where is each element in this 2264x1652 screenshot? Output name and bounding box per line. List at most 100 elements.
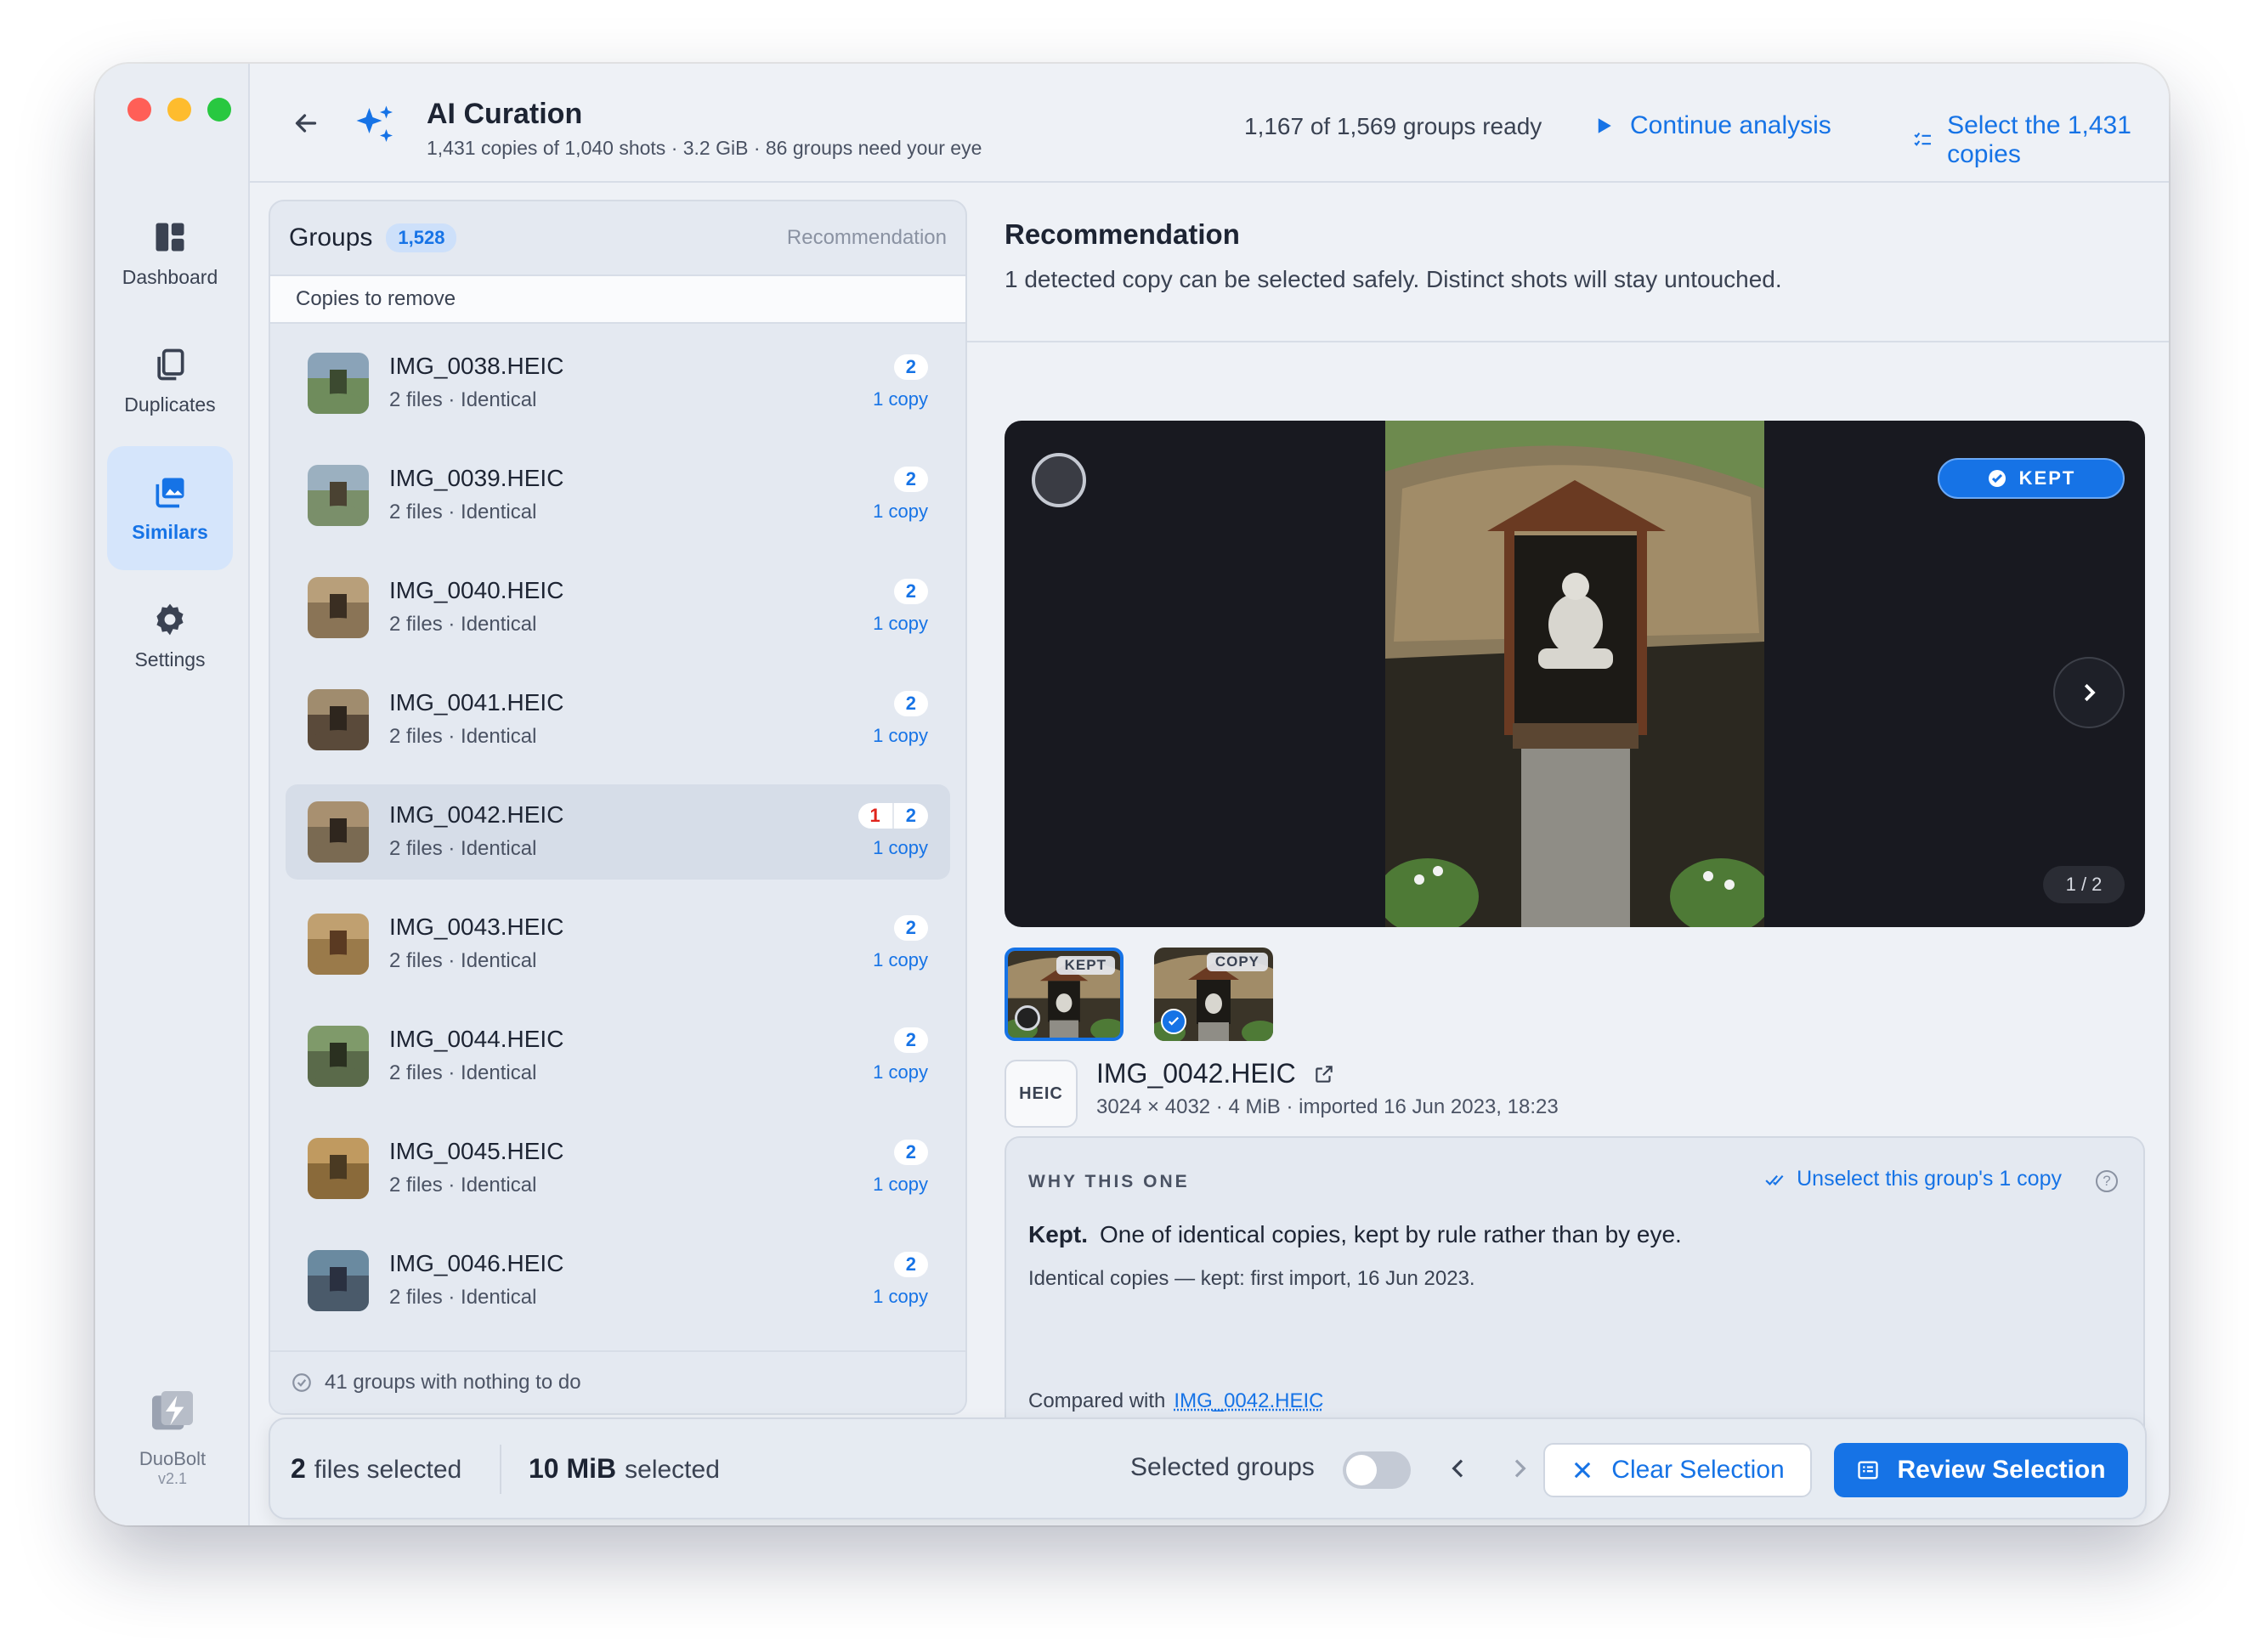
chevron-left-icon[interactable] (1445, 1455, 1472, 1482)
clear-selection-button[interactable]: Clear Selection (1543, 1443, 1812, 1497)
header: AI Curation 1,431 copies of 1,040 shots … (250, 64, 2169, 183)
back-arrow-icon[interactable] (291, 108, 321, 139)
select-copies-button[interactable]: Select the 1,431 copies (1912, 111, 2169, 169)
kept-radio-button[interactable] (1032, 453, 1086, 507)
sidebar-item-similars[interactable]: Similars (107, 446, 233, 570)
chevron-right-icon[interactable] (1506, 1455, 1533, 1482)
close-window-button[interactable] (127, 98, 151, 122)
check-circle-icon (292, 1373, 311, 1392)
group-count-badge: 2 (893, 1140, 928, 1165)
file-count: 2 (905, 580, 916, 602)
sidebar-item-settings[interactable]: Settings (107, 574, 233, 698)
groups-title: Groups (289, 223, 373, 252)
verdict-detail: Identical copies — kept: first import, 1… (1028, 1267, 1475, 1290)
zoom-window-button[interactable] (207, 98, 231, 122)
continue-analysis-button[interactable]: Continue analysis (1591, 111, 1831, 140)
group-meta: 2 files · Identical (389, 1174, 537, 1197)
file-meta: 3024 × 4032 · 4 MiB · imported 16 Jun 20… (1096, 1095, 1559, 1118)
group-thumbnail (308, 465, 369, 526)
compared-file-link[interactable]: IMG_0042.HEIC (1174, 1389, 1323, 1412)
chevron-right-icon (2084, 683, 2096, 702)
sort-dropdown[interactable]: Recommendation (787, 226, 947, 250)
file-count: 2 (905, 468, 916, 489)
sidebar-item-duplicates[interactable]: Duplicates (107, 319, 233, 443)
group-copy-count: 1 copy (873, 725, 928, 746)
divider (500, 1445, 501, 1494)
group-file-name: IMG_0042.HEIC (389, 801, 564, 828)
group-copy-count: 1 copy (873, 1061, 928, 1083)
group-row[interactable]: IMG_0044.HEIC 2 files · Identical 2 1 copy (286, 1009, 950, 1104)
review-list-icon (1858, 1461, 1879, 1479)
selected-count: 1 (858, 803, 894, 829)
verdict: Kept. (1028, 1221, 1088, 1247)
group-row[interactable]: IMG_0042.HEIC 2 files · Identical 1 2 1 copy (286, 784, 950, 880)
dashboard-icon (156, 223, 184, 251)
group-count-badge: 2 (893, 354, 928, 380)
size-selected-label: selected (625, 1456, 720, 1484)
sidebar-item-label: Duplicates (124, 393, 216, 416)
duplicates-icon (157, 348, 184, 380)
file-count: 2 (905, 1029, 916, 1050)
file-count: 2 (905, 805, 916, 826)
files-count: 2 (291, 1453, 306, 1484)
group-file-name: IMG_0044.HEIC (389, 1026, 564, 1052)
help-icon[interactable]: ? (2096, 1170, 2118, 1192)
group-count-badge: 2 (893, 579, 928, 604)
review-selection-button[interactable]: Review Selection (1834, 1443, 2128, 1497)
group-copy-count: 1 copy (873, 501, 928, 522)
sidebar-item-dashboard[interactable]: Dashboard (107, 191, 233, 315)
group-row[interactable]: IMG_0046.HEIC 2 files · Identical 2 1 copy (286, 1233, 950, 1328)
nothing-to-do-footer[interactable]: 41 groups with nothing to do (270, 1350, 965, 1413)
group-count-badge: 2 (893, 1027, 928, 1053)
unselect-group-copy-button[interactable]: Unselect this group's 1 copy (1764, 1167, 2062, 1191)
group-list[interactable]: IMG_0038.HEIC 2 files · Identical 2 1 copy I… (270, 325, 965, 1354)
group-row[interactable]: IMG_0041.HEIC 2 files · Identical 2 1 copy (286, 672, 950, 767)
file-count: 2 (905, 356, 916, 377)
checkmark-icon (1168, 1016, 1180, 1026)
group-thumbnail (308, 1026, 369, 1087)
group-meta: 2 files · Identical (389, 949, 537, 972)
group-meta: 2 files · Identical (389, 1061, 537, 1084)
similars-icon (156, 478, 184, 507)
selected-groups-label: Selected groups (1130, 1453, 1315, 1481)
group-row[interactable]: IMG_0043.HEIC 2 files · Identical 2 1 copy (286, 897, 950, 992)
thumbnail-copy[interactable]: COPY (1154, 948, 1273, 1041)
group-thumbnail (308, 801, 369, 863)
group-copy-count: 1 copy (873, 949, 928, 970)
thumbnail-kept[interactable]: KEPT (1005, 948, 1124, 1041)
group-count-badge: 2 (893, 467, 928, 492)
sidebar-item-label: Similars (132, 520, 208, 543)
compared-with: Compared with IMG_0042.HEIC (1028, 1389, 1323, 1413)
groups-ready-status: 1,167 of 1,569 groups ready (1244, 113, 1542, 139)
group-thumbnail (308, 689, 369, 750)
window-controls (127, 98, 231, 122)
group-count-badge: 2 (893, 691, 928, 716)
groups-count-badge: 1,528 (386, 223, 457, 252)
group-row[interactable]: IMG_0040.HEIC 2 files · Identical 2 1 copy (286, 560, 950, 655)
group-row[interactable]: IMG_0038.HEIC 2 files · Identical 2 1 copy (286, 336, 950, 431)
file-name-label: IMG_0042.HEIC (1096, 1058, 1296, 1089)
files-selected-label: files selected (314, 1456, 462, 1484)
group-thumbnail (308, 1250, 369, 1311)
kept-label: KEPT (2018, 467, 2076, 489)
thumbnail-radio[interactable] (1015, 1005, 1040, 1031)
next-image-button[interactable] (2053, 657, 2125, 728)
brand-name: DuoBolt (139, 1448, 207, 1469)
group-meta: 2 files · Identical (389, 837, 537, 860)
group-row[interactable]: IMG_0039.HEIC 2 files · Identical 2 1 copy (286, 448, 950, 543)
group-row[interactable]: IMG_0045.HEIC 2 files · Identical 2 1 copy (286, 1121, 950, 1216)
group-file-name: IMG_0041.HEIC (389, 689, 564, 716)
open-external-icon[interactable] (1313, 1063, 1335, 1085)
selected-groups-toggle[interactable] (1343, 1451, 1411, 1489)
thumbnail-checkbox-checked[interactable] (1161, 1009, 1186, 1034)
play-icon (1598, 118, 1611, 133)
section-heading: Copies to remove (270, 276, 965, 324)
minimize-window-button[interactable] (167, 98, 191, 122)
sidebar-item-label: Dashboard (122, 265, 218, 288)
group-count-badge: 2 (893, 1252, 928, 1277)
clear-selection-label: Clear Selection (1611, 1456, 1785, 1484)
sidebar: Dashboard Duplicates Similars Settings D… (95, 64, 250, 1525)
image-pager: 1 / 2 (2043, 866, 2125, 903)
recommendation-title: Recommendation (1005, 218, 1240, 250)
group-thumbnail (308, 1138, 369, 1199)
